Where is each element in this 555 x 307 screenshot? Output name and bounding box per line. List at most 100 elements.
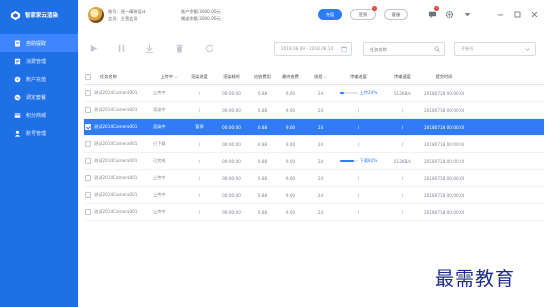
table-row[interactable]: 测试2014Camera001 上传中 / 00:00:00 0.88 9.00 24 / / 2… — [84, 170, 544, 187]
recharge-button[interactable]: 充值 — [318, 9, 342, 20]
submit-time-cell: 20180718 00:00:00 — [424, 141, 464, 147]
task-search-input[interactable] — [364, 43, 432, 55]
sub-account-select[interactable]: 子账号 — [454, 42, 536, 56]
balance-label: 账户余额: — [181, 9, 200, 14]
row-checkbox[interactable] — [85, 175, 91, 181]
table-row[interactable]: 测试2014Camera001 上传中 / 00:00:00 0.88 9.00 24 上传… — [84, 85, 544, 102]
col-render-time[interactable]: 渲染耗时 — [214, 74, 249, 80]
watermark-text: 最需教育 — [435, 268, 516, 290]
col-status[interactable]: 上传中 ⌵ — [153, 74, 185, 80]
transfer-speed-cell: 512KB/s — [393, 90, 412, 96]
task-table: 任务名称 上传中 ⌵ 渲染进度 渲染耗时 应收费用 最终收费 线程 ⌵ 传输进度… — [84, 70, 544, 221]
user-icon — [14, 130, 21, 137]
sidebar-item-label: 自助提取 — [26, 40, 47, 47]
row-checkbox[interactable] — [85, 90, 91, 96]
render-time-cell: 00:00:00 — [222, 158, 241, 164]
row-checkbox[interactable] — [85, 192, 91, 198]
sidebar-item-consumption[interactable]: 消费管理 — [0, 52, 78, 70]
task-search-box — [363, 42, 445, 56]
sidebar-item-label: 调定套餐 — [26, 94, 47, 101]
table-row[interactable]: 测试2014Camera001 已完成 / 00:00:00 0.88 9.00 24 下载… — [84, 153, 544, 170]
sidebar-item-recharge[interactable]: ¥ 账户充值 — [0, 70, 78, 88]
task-name-cell: 测试2014Camera001 — [94, 175, 138, 180]
date-range-picker[interactable]: 2018.08.09 - 2018.08.14 — [274, 42, 352, 56]
col-task-name[interactable]: 任务名称 — [94, 74, 153, 80]
row-checkbox[interactable] — [85, 107, 91, 113]
sidebar-item-points-mall[interactable]: 积分商城 — [0, 106, 78, 124]
status-cell: 已下载 — [153, 141, 166, 146]
row-checkbox[interactable] — [85, 209, 91, 215]
col-transfer-progress[interactable]: 传输进度 — [336, 74, 381, 80]
transfer-progress-cell: / — [357, 192, 360, 198]
row-select-cell — [84, 141, 94, 147]
col-transfer-speed[interactable]: 传输速度 — [381, 74, 424, 80]
transfer-progress-cell: 下载82% — [336, 158, 381, 164]
table-row[interactable]: 测试2014Camera001 渲染中 暂停 00:00:00 0.88 9.00 24 / /… — [84, 119, 544, 136]
avatar[interactable] — [88, 7, 104, 23]
transfer-progress-text: 上传24% — [359, 90, 378, 95]
row-select-cell — [84, 107, 94, 113]
col-submit-time[interactable]: 提交时间 — [424, 74, 464, 80]
date-range-value: 2018.08.09 - 2018.08.14 — [281, 46, 334, 51]
sidebar-item-self-extract[interactable]: 自助提取 — [0, 34, 78, 52]
sidebar: 智家家云渲染 自助提取 消费管理 ¥ 账户充值 调定套餐 积分商城 账号管理 — [0, 0, 78, 307]
col-expected-fee[interactable]: 应收费用 — [249, 74, 276, 80]
sidebar-item-label: 积分商城 — [26, 112, 47, 119]
refresh-button[interactable] — [204, 43, 215, 54]
row-checkbox[interactable] — [85, 141, 91, 147]
table-row[interactable]: 测试2014Camera001 已下载 / 00:00:00 0.88 9.00 24 / / 2… — [84, 136, 544, 153]
customer-service-button[interactable]: 客服 — [384, 9, 408, 20]
chevron-down-icon — [525, 48, 530, 51]
col-threads[interactable]: 线程 ⌵ — [305, 74, 336, 80]
download-button[interactable] — [144, 43, 155, 54]
render-time-cell: 00:00:00 — [222, 141, 241, 147]
delete-button[interactable] — [174, 43, 185, 54]
submit-time-cell: 20180718 00:00:00 — [424, 107, 464, 113]
threads-cell: 24 — [317, 209, 324, 215]
settings-button[interactable] — [445, 10, 454, 19]
status-cell: 渲染中 — [153, 124, 166, 129]
submit-time-cell: 20180718 00:00:00 — [424, 209, 464, 215]
status-cell: 已完成 — [153, 158, 166, 163]
sidebar-item-account[interactable]: 账号管理 — [0, 124, 78, 142]
transfer-speed-cell: / — [401, 175, 404, 181]
render-time-cell: 00:00:00 — [222, 107, 241, 113]
final-fee-cell: 9.00 — [285, 175, 296, 181]
transfer-progress-cell: / — [357, 141, 360, 147]
transfer-progress-bar — [339, 92, 358, 94]
render-progress-cell: / — [198, 209, 201, 215]
pause-button[interactable] — [116, 43, 127, 54]
transfer-progress-fill — [339, 92, 344, 94]
membership-label: 会员: — [108, 16, 118, 21]
message-button[interactable] — [428, 10, 437, 19]
row-checkbox[interactable] — [85, 124, 91, 130]
minimize-button[interactable] — [496, 10, 505, 19]
maximize-button[interactable] — [513, 10, 522, 19]
search-icon[interactable] — [434, 46, 440, 52]
render-time-cell: 00:00:00 — [222, 90, 241, 96]
close-button[interactable] — [530, 10, 539, 19]
sign-in-button[interactable]: 签到 — [350, 9, 376, 20]
col-render-progress[interactable]: 渲染进度 — [185, 74, 214, 80]
gift-balance-label: 赠送余额: — [181, 16, 200, 21]
table-row[interactable]: 测试2014Camera001 渲染中 / 00:00:00 0.88 9.00 24 / / 2… — [84, 102, 544, 119]
dropdown-button[interactable] — [463, 10, 472, 19]
row-select-cell — [84, 90, 94, 96]
select-all-checkbox[interactable] — [85, 74, 91, 80]
table-header: 任务名称 上传中 ⌵ 渲染进度 渲染耗时 应收费用 最终收费 线程 ⌵ 传输进度… — [84, 70, 544, 85]
table-row[interactable]: 测试2014Camera001 上传中 / 00:00:00 0.88 9.00 24 / / 2… — [84, 187, 544, 204]
render-progress-cell: / — [198, 175, 201, 181]
start-button[interactable] — [88, 43, 99, 54]
status-cell: 上传中 — [153, 175, 166, 180]
col-threads-label: 线程 — [314, 74, 323, 79]
col-final-fee[interactable]: 最终收费 — [276, 74, 305, 80]
final-fee-cell: 9.00 — [285, 124, 296, 130]
expected-fee-cell: 0.88 — [257, 124, 268, 130]
threads-cell: 24 — [317, 141, 324, 147]
pause-icon — [118, 44, 125, 53]
sidebar-item-package[interactable]: 调定套餐 — [0, 88, 78, 106]
table-row[interactable]: 测试2014Camera001 上传中 / 00:00:00 0.88 9.00 24 / / 2… — [84, 204, 544, 221]
account-label: 账号: — [108, 9, 118, 14]
row-checkbox[interactable] — [85, 158, 91, 164]
sidebar-item-label: 账户充值 — [26, 76, 47, 83]
